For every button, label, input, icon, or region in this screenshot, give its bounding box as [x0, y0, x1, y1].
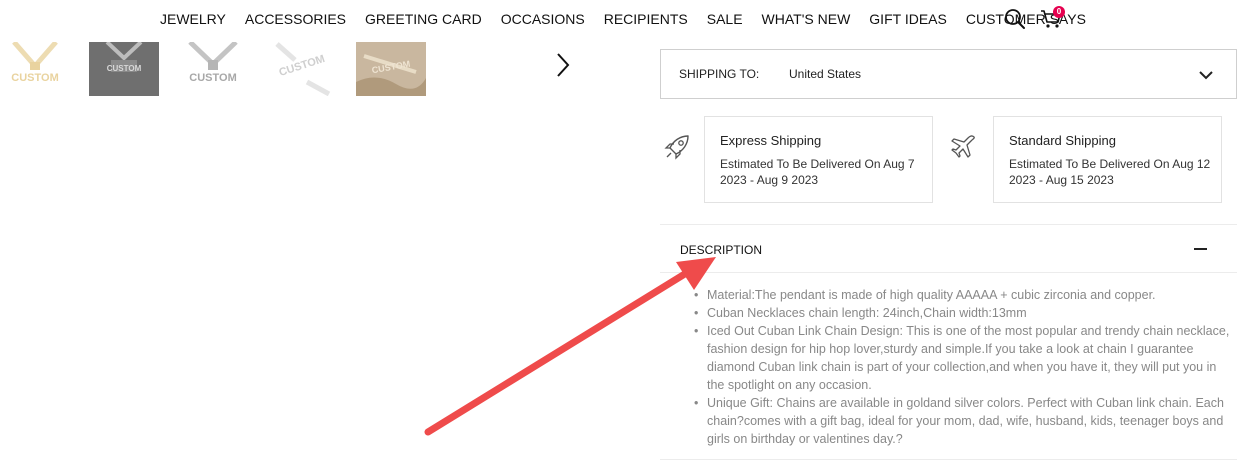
divider	[660, 459, 1237, 460]
product-thumbnail[interactable]: CUSTOM	[0, 42, 70, 96]
nav-item-occasions[interactable]: OCCASIONS	[501, 11, 585, 27]
shipping-to-label: SHIPPING TO:	[679, 67, 760, 81]
nav-icons: 0	[1004, 6, 1065, 30]
product-thumbnail[interactable]: CUSTOM	[356, 42, 426, 96]
top-navigation: JEWELRY ACCESSORIES GREETING CARD OCCASI…	[0, 0, 1240, 40]
divider	[660, 224, 1237, 225]
description-title: DESCRIPTION	[680, 243, 763, 257]
nav-item-greeting-card[interactable]: GREETING CARD	[365, 11, 482, 27]
product-thumbnails: CUSTOM CUSTOM CUSTOM CUSTOM CUSTOM	[0, 42, 426, 96]
nav-item-recipients[interactable]: RECIPIENTS	[604, 11, 688, 27]
description-list: Material:The pendant is made of high qua…	[693, 286, 1233, 448]
divider	[660, 272, 1237, 273]
rocket-icon	[662, 132, 692, 162]
nav-item-whats-new[interactable]: WHAT'S NEW	[762, 11, 851, 27]
product-thumbnail[interactable]: CUSTOM	[89, 42, 159, 96]
express-shipping-option: Express Shipping Estimated To Be Deliver…	[704, 116, 933, 203]
cart-count-badge: 0	[1053, 6, 1065, 18]
shipping-option-title: Standard Shipping	[1009, 133, 1116, 148]
nav-item-sale[interactable]: SALE	[707, 11, 743, 27]
chevron-down-icon	[1198, 68, 1214, 82]
description-item: Cuban Necklaces chain length: 24inch,Cha…	[693, 304, 1233, 322]
shipping-country-value: United States	[789, 67, 862, 81]
search-icon[interactable]	[1004, 8, 1026, 30]
product-thumbnail[interactable]: CUSTOM	[267, 42, 337, 96]
description-item: Material:The pendant is made of high qua…	[693, 286, 1233, 304]
description-item: Iced Out Cuban Link Chain Design: This i…	[693, 322, 1233, 394]
minus-icon[interactable]	[1194, 248, 1207, 250]
thumbnail-caption: CUSTOM	[11, 72, 59, 84]
shipping-option-estimate: Estimated To Be Delivered On Aug 12 2023…	[1009, 157, 1211, 187]
nav-item-accessories[interactable]: ACCESSORIES	[245, 11, 346, 27]
product-thumbnail[interactable]: CUSTOM	[178, 42, 248, 96]
description-accordion-header[interactable]: DESCRIPTION	[660, 226, 1237, 272]
thumbnail-caption: CUSTOM	[189, 72, 237, 84]
main-menu: JEWELRY ACCESSORIES GREETING CARD OCCASI…	[160, 11, 1105, 27]
shipping-option-estimate: Estimated To Be Delivered On Aug 7 2023 …	[720, 157, 915, 187]
cart-icon[interactable]: 0	[1040, 6, 1065, 30]
standard-shipping-option: Standard Shipping Estimated To Be Delive…	[993, 116, 1222, 203]
airplane-icon	[949, 132, 979, 162]
shipping-country-select[interactable]: SHIPPING TO: United States	[660, 49, 1237, 99]
chevron-right-icon[interactable]	[553, 51, 573, 79]
nav-item-gift-ideas[interactable]: GIFT IDEAS	[869, 11, 947, 27]
shipping-option-title: Express Shipping	[720, 133, 822, 148]
nav-item-jewelry[interactable]: JEWELRY	[160, 11, 226, 27]
description-item: Unique Gift: Chains are available in gol…	[693, 394, 1233, 448]
thumbnail-caption: CUSTOM	[106, 64, 142, 73]
